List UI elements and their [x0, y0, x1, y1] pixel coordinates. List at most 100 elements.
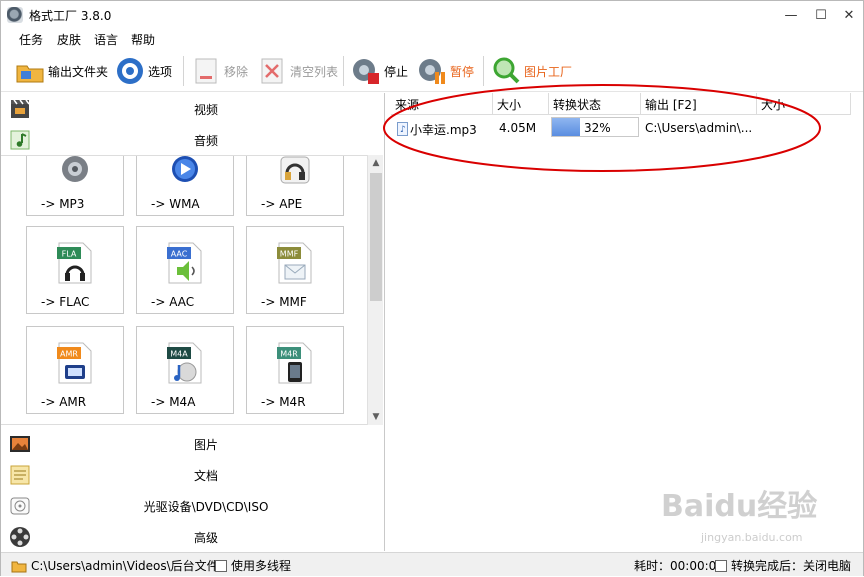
format-tile-aac[interactable]: AAC -> AAC [136, 226, 234, 314]
flac-file-icon: FLA [55, 241, 95, 285]
toolbar-divider [183, 56, 184, 86]
progress-fill [552, 118, 580, 136]
scroll-down-icon[interactable]: ▼ [368, 409, 384, 425]
category-picture[interactable]: 图片 [1, 428, 384, 458]
format-tile-m4r[interactable]: M4R -> M4R [246, 326, 344, 414]
clear-list-button[interactable]: 清空列表 [257, 56, 338, 86]
column-header-size[interactable]: 大小 [493, 93, 549, 115]
multithread-checkbox[interactable] [215, 559, 227, 572]
format-label: -> FLAC [41, 295, 90, 309]
format-label: -> WMA [151, 197, 200, 211]
svg-text:AMR: AMR [60, 350, 78, 359]
amr-file-icon: AMR [55, 341, 95, 385]
column-header-output-size[interactable]: 大小 [757, 93, 851, 115]
format-tile[interactable] [246, 424, 344, 425]
toolbar-divider [483, 56, 484, 86]
output-folder-button[interactable]: 输出文件夹 [15, 56, 108, 86]
picture-factory-button[interactable]: 图片工厂 [491, 56, 572, 86]
format-tile-ape[interactable]: -> APE [246, 156, 344, 216]
stop-label: 停止 [384, 64, 409, 79]
options-button[interactable]: 选项 [115, 56, 172, 86]
format-tile-m4a[interactable]: M4A -> M4A [136, 326, 234, 414]
output-path: C:\Users\admin\Videos\后台文件 [31, 559, 219, 573]
clear-list-label: 清空列表 [290, 64, 339, 79]
shutdown-checkbox[interactable] [715, 559, 727, 572]
shutdown-option[interactable]: 转换完成后：关闭电脑 [715, 557, 851, 574]
format-tile-amr[interactable]: AMR -> AMR [26, 326, 124, 414]
picture-factory-label: 图片工厂 [524, 64, 573, 79]
stop-button[interactable]: 停止 [351, 56, 408, 86]
category-audio-label: 音频 [193, 134, 218, 148]
format-label: -> MMF [261, 295, 307, 309]
format-tile[interactable] [136, 424, 234, 425]
output-folder-label: 输出文件夹 [48, 64, 109, 79]
category-document[interactable]: 文档 [1, 459, 384, 489]
format-label: -> APE [261, 197, 303, 211]
row-source: ♪ 小幸运.mp3 [393, 117, 493, 139]
format-tile-flac[interactable]: FLA -> FLAC [26, 226, 124, 314]
format-label: -> AAC [151, 295, 195, 309]
audio-file-icon: ♪ [397, 122, 408, 136]
magnifier-icon [491, 56, 521, 86]
pause-label: 暂停 [450, 64, 475, 79]
row-size: 4.05M [499, 121, 537, 135]
category-document-label: 文档 [193, 469, 218, 483]
window-title: 格式工厂 3.8.0 [29, 9, 112, 23]
row-output-path: C:\Users\admin\... [645, 121, 753, 135]
scroll-thumb[interactable] [370, 173, 382, 301]
toolbar-divider [343, 56, 344, 86]
output-path-item[interactable]: C:\Users\admin\Videos\后台文件 [11, 557, 219, 574]
category-advanced-label: 高级 [193, 531, 218, 545]
remove-label: 移除 [224, 64, 249, 79]
svg-text:MMF: MMF [280, 250, 299, 259]
toolbar: 输出文件夹 选项 移除 清空列表 停止 暂停 图片工厂 [1, 50, 863, 92]
format-label: -> M4R [261, 395, 306, 409]
column-header-source[interactable]: 来源 [391, 93, 493, 115]
clear-list-icon [257, 56, 287, 86]
speaker-icon [55, 156, 95, 199]
minimize-button[interactable]: — [777, 5, 805, 25]
remove-button[interactable]: 移除 [191, 56, 248, 86]
format-tile[interactable] [26, 424, 124, 425]
close-button[interactable]: ✕ [835, 5, 863, 25]
format-grid: -> MP3 -> WMA -> APE FLA -> FLAC AAC -> … [1, 155, 367, 425]
baidu-watermark-url: jingyan.baidu.com [701, 531, 803, 544]
pause-icon [417, 56, 447, 86]
title-bar: 格式工厂 3.8.0 — ☐ ✕ [1, 1, 863, 29]
options-label: 选项 [148, 64, 173, 79]
format-label: -> MP3 [41, 197, 85, 211]
folder-icon [15, 56, 45, 86]
app-logo-icon [7, 7, 23, 23]
category-picture-label: 图片 [193, 438, 218, 452]
category-video[interactable]: 视频 [1, 93, 384, 123]
pause-button[interactable]: 暂停 [417, 56, 474, 86]
maximize-button[interactable]: ☐ [807, 5, 835, 25]
category-advanced[interactable]: 高级 [1, 521, 384, 551]
format-label: -> M4A [151, 395, 196, 409]
scroll-up-icon[interactable]: ▲ [368, 155, 384, 171]
menu-help[interactable]: 帮助 [131, 31, 155, 48]
menu-language[interactable]: 语言 [94, 31, 118, 48]
conversion-progress: 32% [551, 117, 639, 137]
menu-task[interactable]: 任务 [19, 31, 43, 48]
app-window: 格式工厂 3.8.0 — ☐ ✕ 任务 皮肤 语言 帮助 输出文件夹 选项 移除… [0, 0, 864, 576]
aac-file-icon: AAC [165, 241, 205, 285]
category-optical[interactable]: 光驱设备\DVD\CD\ISO [1, 490, 384, 520]
format-tile-wma[interactable]: -> WMA [136, 156, 234, 216]
column-header-output[interactable]: 输出 [F2] [641, 93, 757, 115]
options-gear-icon [115, 56, 145, 86]
category-video-label: 视频 [193, 103, 218, 117]
format-tile-mp3[interactable]: -> MP3 [26, 156, 124, 216]
elapsed-time: 耗时：00:00:03 [634, 559, 724, 573]
svg-text:M4A: M4A [170, 350, 188, 359]
multithread-option[interactable]: 使用多线程 [215, 557, 291, 574]
row-source-name: 小幸运.mp3 [410, 123, 477, 137]
format-scrollbar[interactable]: ▲ ▼ [367, 155, 383, 425]
shutdown-label: 转换完成后：关闭电脑 [731, 559, 852, 573]
format-tile-mmf[interactable]: MMF -> MMF [246, 226, 344, 314]
category-audio[interactable]: 音频 [1, 124, 384, 154]
mmf-file-icon: MMF [275, 241, 315, 285]
menu-skin[interactable]: 皮肤 [57, 31, 81, 48]
remove-doc-icon [191, 56, 221, 86]
column-header-status[interactable]: 转换状态 [549, 93, 641, 115]
